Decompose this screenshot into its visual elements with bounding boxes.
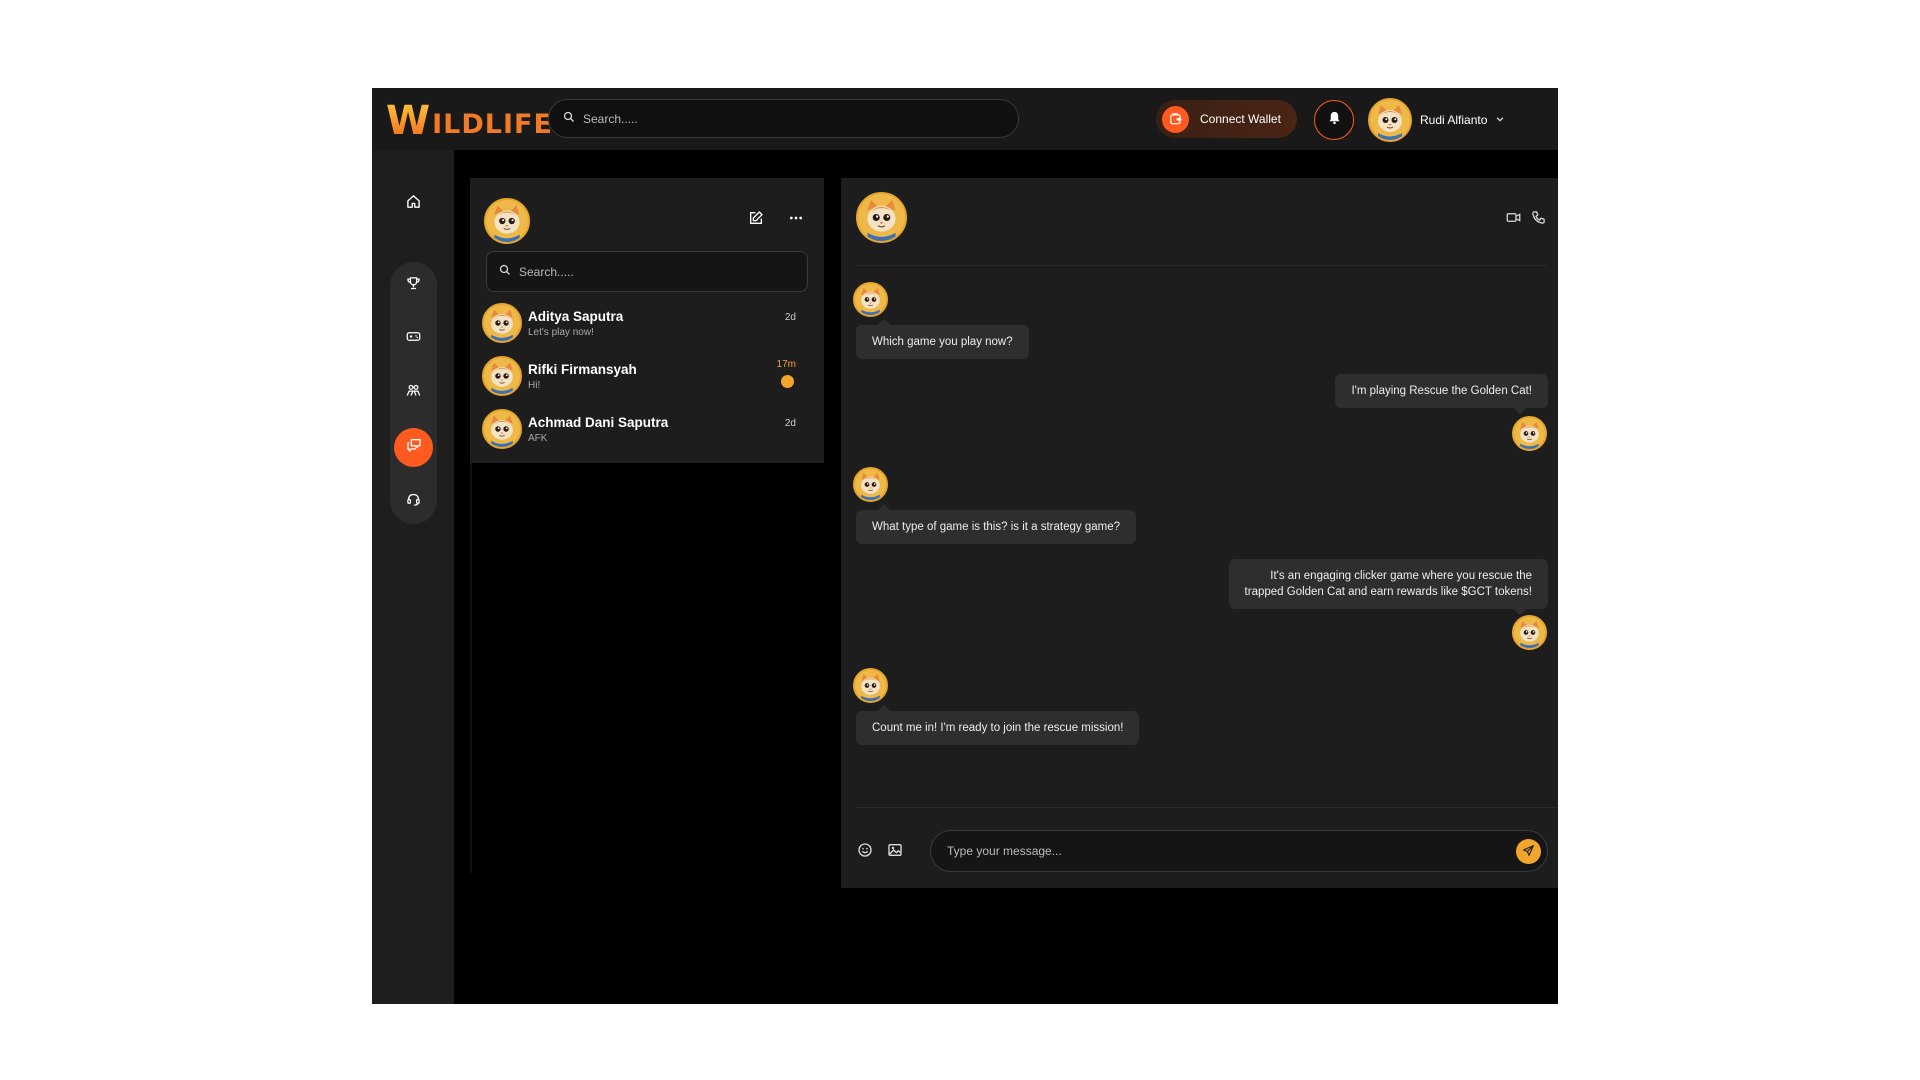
- contact-time: 2d: [784, 418, 796, 429]
- top-bar: W ILDLIFE Connect Wallet Rudi Alfianto: [372, 88, 1558, 150]
- home-icon: [406, 194, 421, 214]
- more-options-button[interactable]: [788, 210, 808, 230]
- new-chat-button[interactable]: [748, 210, 768, 230]
- message-input[interactable]: [947, 844, 1487, 858]
- message-avatar: [853, 282, 888, 317]
- contact-time: 17m: [776, 359, 796, 370]
- conversation-avatar[interactable]: [856, 192, 907, 243]
- composer-divider: [856, 807, 1558, 808]
- gamepad-icon: [406, 329, 421, 349]
- chevron-down-icon: [1495, 111, 1505, 129]
- chat-list-panel: Aditya Saputra Let's play now! 2d Rifki …: [470, 178, 824, 463]
- wallet-icon: [1162, 105, 1189, 133]
- message-bubble: I'm playing Rescue the Golden Cat!: [1335, 374, 1548, 414]
- connect-wallet-button[interactable]: Connect Wallet: [1156, 100, 1297, 138]
- app-window: W ILDLIFE Connect Wallet Rudi Alfianto: [372, 88, 1558, 1004]
- user-avatar: [1368, 98, 1412, 142]
- contact-avatar: [482, 303, 522, 343]
- notifications-button[interactable]: [1314, 100, 1354, 140]
- unread-badge: [781, 375, 794, 388]
- contact-last-message: AFK: [528, 432, 548, 444]
- message-text: Which game you play now?: [872, 336, 1013, 348]
- message-avatar: [1512, 615, 1547, 650]
- message-avatar: [1512, 416, 1547, 451]
- contact-avatar: [482, 409, 522, 449]
- my-avatar[interactable]: [484, 198, 530, 244]
- search-icon: [499, 263, 511, 281]
- emoji-button[interactable]: [857, 842, 875, 860]
- message-text: What type of game is this? is it a strat…: [872, 521, 1121, 533]
- image-icon: [887, 844, 903, 862]
- top-search-input[interactable]: [583, 111, 983, 126]
- voice-call-button[interactable]: [1531, 210, 1547, 226]
- user-menu[interactable]: Rudi Alfianto: [1368, 98, 1505, 142]
- connect-wallet-label: Connect Wallet: [1200, 112, 1281, 126]
- wildlife-logo[interactable]: W ILDLIFE: [386, 98, 553, 144]
- contact-item[interactable]: Aditya Saputra Let's play now! 2d: [482, 300, 812, 346]
- message-bubble: It's an engaging clicker game where you …: [1228, 559, 1548, 615]
- chat-icon: [406, 437, 422, 458]
- video-camera-icon: [1506, 212, 1521, 229]
- conversation-panel: Which game you play now? I'm playing Res…: [841, 178, 1558, 888]
- sidebar-item-community[interactable]: [394, 373, 433, 412]
- message-text: trapped Golden Cat and earn rewards like…: [1244, 586, 1532, 598]
- contact-time: 2d: [784, 312, 796, 323]
- sidebar-item-home[interactable]: [397, 188, 429, 220]
- community-icon: [406, 383, 421, 403]
- header-divider: [856, 265, 1546, 266]
- panel-divider: [470, 463, 472, 873]
- edit-icon: [748, 211, 764, 230]
- phone-icon: [1531, 211, 1546, 229]
- contact-name: Achmad Dani Saputra: [528, 414, 669, 430]
- chat-search-input[interactable]: [519, 264, 799, 279]
- sidebar-item-support[interactable]: [394, 482, 433, 521]
- sidebar-item-games[interactable]: [394, 319, 433, 358]
- contact-last-message: Let's play now!: [528, 326, 594, 338]
- top-search-bar: [548, 99, 1019, 138]
- message-text: It's an engaging clicker game where you …: [1270, 570, 1532, 582]
- contact-last-message: Hi!: [528, 379, 541, 391]
- message-avatar: [853, 668, 888, 703]
- search-icon: [563, 110, 575, 128]
- logo-letter: W: [386, 98, 432, 144]
- smile-icon: [857, 843, 873, 862]
- support-icon: [406, 492, 421, 512]
- contact-item[interactable]: Achmad Dani Saputra AFK 2d: [482, 406, 812, 452]
- message-bubble: Count me in! I'm ready to join the rescu…: [856, 705, 1140, 745]
- contact-name: Aditya Saputra: [528, 308, 624, 324]
- trophy-icon: [406, 276, 421, 296]
- contact-item[interactable]: Rifki Firmansyah Hi! 17m: [482, 353, 812, 399]
- message-composer: [930, 830, 1548, 872]
- attach-image-button[interactable]: [887, 842, 905, 860]
- logo-text: ILDLIFE: [432, 109, 553, 140]
- chat-search-bar: [486, 251, 808, 292]
- sidebar: [372, 150, 454, 1004]
- message-bubble: Which game you play now?: [856, 319, 1029, 359]
- send-button[interactable]: [1516, 839, 1541, 864]
- more-horizontal-icon: [788, 213, 804, 230]
- video-call-button[interactable]: [1506, 210, 1522, 226]
- message-avatar: [853, 467, 888, 502]
- bell-icon: [1327, 110, 1342, 130]
- sidebar-nav-group: [390, 262, 437, 524]
- message-text: I'm playing Rescue the Golden Cat!: [1351, 385, 1532, 397]
- message-text: Count me in! I'm ready to join the rescu…: [872, 722, 1124, 734]
- contact-name: Rifki Firmansyah: [528, 361, 637, 377]
- send-icon: [1522, 844, 1535, 860]
- user-name: Rudi Alfianto: [1420, 113, 1488, 127]
- contact-avatar: [482, 356, 522, 396]
- sidebar-item-chat[interactable]: [394, 428, 433, 467]
- sidebar-item-leaderboard[interactable]: [394, 266, 433, 305]
- message-bubble: What type of game is this? is it a strat…: [856, 504, 1137, 544]
